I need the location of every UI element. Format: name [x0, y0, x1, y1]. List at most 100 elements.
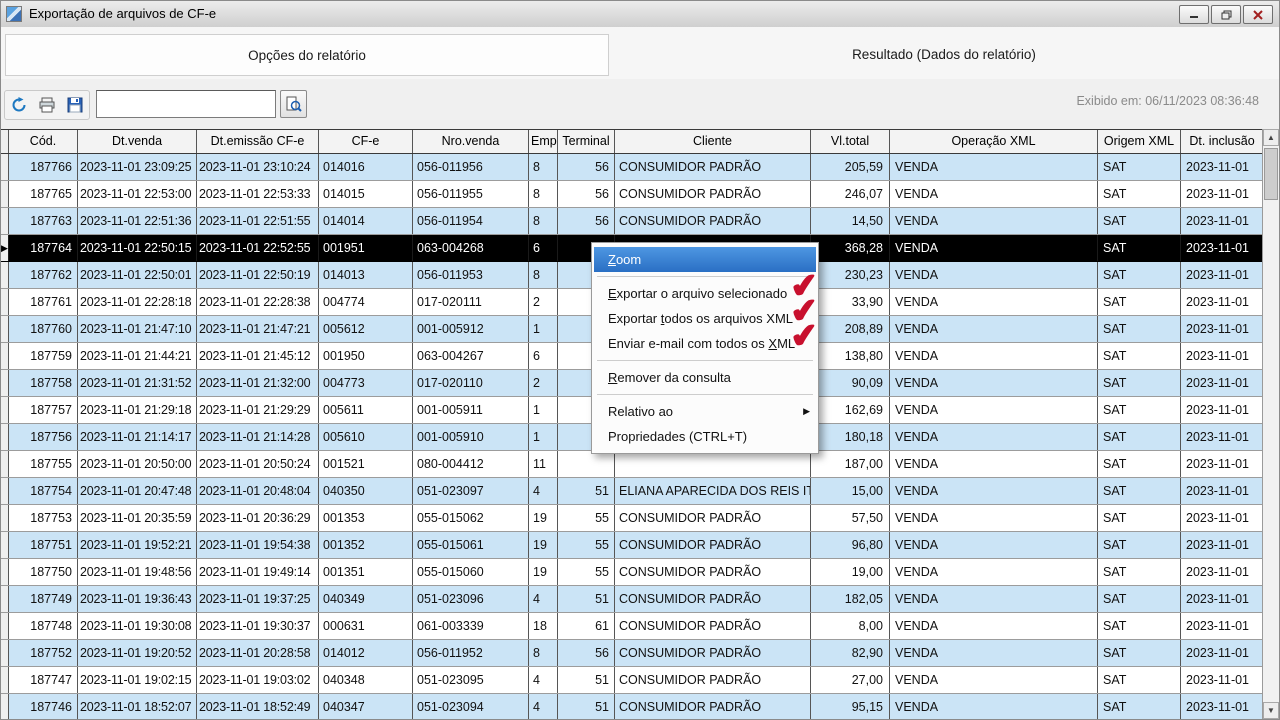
cell-emp: 1 [529, 397, 558, 423]
table-row[interactable]: 1877472023-11-01 19:02:152023-11-01 19:0… [1, 667, 1264, 694]
cell-vl-total: 33,90 [811, 289, 890, 315]
cell-dt-emissao: 2023-11-01 19:37:25 [197, 586, 319, 612]
menu-item-label: Remover da consulta [608, 370, 731, 385]
cell-dt-venda: 2023-11-01 18:52:07 [78, 694, 197, 720]
menu-item-zoom[interactable]: Zoom [594, 247, 816, 272]
column-header-vl-total[interactable]: Vl.total [811, 130, 890, 153]
menu-item-export-all-xml[interactable]: Exportar todos os arquivos XML✔ [594, 306, 816, 331]
cell-nro-venda: 063-004267 [413, 343, 529, 369]
minimize-button[interactable] [1179, 5, 1209, 24]
row-select-indicator [1, 478, 9, 504]
cell-dt-venda: 2023-11-01 19:30:08 [78, 613, 197, 639]
menu-item-relative-to[interactable]: Relativo ao▶ [594, 399, 816, 424]
table-row[interactable]: 1877462023-11-01 18:52:072023-11-01 18:5… [1, 694, 1264, 720]
table-row[interactable]: 1877632023-11-01 22:51:362023-11-01 22:5… [1, 208, 1264, 235]
table-row[interactable]: 1877522023-11-01 19:20:522023-11-01 20:2… [1, 640, 1264, 667]
column-header-cliente[interactable]: Cliente [615, 130, 811, 153]
cell-emp: 4 [529, 694, 558, 720]
cell-cfe: 004774 [319, 289, 413, 315]
cell-nro-venda: 055-015062 [413, 505, 529, 531]
refresh-button[interactable] [9, 95, 29, 115]
tab-report-result[interactable]: Resultado (Dados do relatório) [613, 34, 1275, 76]
cell-operacao-xml: VENDA [890, 262, 1098, 288]
cell-cod: 187754 [9, 478, 78, 504]
cell-dt-venda: 2023-11-01 19:52:21 [78, 532, 197, 558]
cell-vl-total: 180,18 [811, 424, 890, 450]
cell-cliente: CONSUMIDOR PADRÃO [615, 181, 811, 207]
cell-cfe: 001352 [319, 532, 413, 558]
table-row[interactable]: 1877552023-11-01 20:50:002023-11-01 20:5… [1, 451, 1264, 478]
column-header-terminal[interactable]: Terminal [558, 130, 615, 153]
cell-origem-xml: SAT [1098, 235, 1181, 261]
cell-origem-xml: SAT [1098, 424, 1181, 450]
menu-separator [597, 394, 813, 395]
cell-cfe: 014014 [319, 208, 413, 234]
cell-cliente: CONSUMIDOR PADRÃO [615, 640, 811, 666]
cell-operacao-xml: VENDA [890, 667, 1098, 693]
cell-terminal: 56 [558, 208, 615, 234]
menu-item-properties[interactable]: Propriedades (CTRL+T) [594, 424, 816, 449]
column-header-dt-inclusao[interactable]: Dt. inclusão [1181, 130, 1264, 153]
scroll-down-button[interactable]: ▼ [1263, 702, 1279, 719]
cell-vl-total: 182,05 [811, 586, 890, 612]
column-header-nro-venda[interactable]: Nro.venda [413, 130, 529, 153]
menu-item-remove-from-query[interactable]: Remover da consulta [594, 365, 816, 390]
scrollbar-thumb[interactable] [1264, 148, 1278, 200]
table-row[interactable]: 1877512023-11-01 19:52:212023-11-01 19:5… [1, 532, 1264, 559]
table-row[interactable]: 1877662023-11-01 23:09:252023-11-01 23:1… [1, 154, 1264, 181]
cell-dt-emissao: 2023-11-01 21:14:28 [197, 424, 319, 450]
column-header-cfe[interactable]: CF-e [319, 130, 413, 153]
cell-cliente: CONSUMIDOR PADRÃO [615, 559, 811, 585]
restore-button[interactable] [1211, 5, 1241, 24]
minimize-icon [1189, 10, 1199, 19]
column-header-cod[interactable]: Cód. [9, 130, 78, 153]
row-select-indicator [1, 208, 9, 234]
table-row[interactable]: 1877532023-11-01 20:35:592023-11-01 20:3… [1, 505, 1264, 532]
filter-input[interactable] [96, 90, 276, 118]
menu-item-export-selected[interactable]: Exportar o arquivo selecionado✔ [594, 281, 816, 306]
column-header-dt-emissao[interactable]: Dt.emissão CF-e [197, 130, 319, 153]
column-header-dt-venda[interactable]: Dt.venda [78, 130, 197, 153]
row-select-indicator [1, 316, 9, 342]
cell-dt-emissao: 2023-11-01 21:32:00 [197, 370, 319, 396]
cell-cfe: 014013 [319, 262, 413, 288]
menu-item-label: Enviar e-mail com todos os XML [608, 336, 795, 351]
cell-cliente [615, 451, 811, 477]
table-row[interactable]: 1877652023-11-01 22:53:002023-11-01 22:5… [1, 181, 1264, 208]
close-button[interactable] [1243, 5, 1273, 24]
menu-item-email-all-xml[interactable]: Enviar e-mail com todos os XML✔ [594, 331, 816, 356]
cell-terminal: 51 [558, 694, 615, 720]
cell-dt-venda: 2023-11-01 20:47:48 [78, 478, 197, 504]
save-button[interactable] [65, 95, 85, 115]
cell-cfe: 005611 [319, 397, 413, 423]
table-row[interactable]: 1877492023-11-01 19:36:432023-11-01 19:3… [1, 586, 1264, 613]
chevron-up-icon: ▲ [1267, 133, 1275, 142]
red-check-icon: ✔ [789, 318, 820, 354]
cell-operacao-xml: VENDA [890, 640, 1098, 666]
preview-button[interactable] [280, 90, 307, 118]
cell-dt-inclusao: 2023-11-01 [1181, 262, 1264, 288]
cell-cfe: 040349 [319, 586, 413, 612]
row-select-indicator [1, 397, 9, 423]
table-row[interactable]: 1877482023-11-01 19:30:082023-11-01 19:3… [1, 613, 1264, 640]
cell-cod: 187750 [9, 559, 78, 585]
cell-nro-venda: 017-020110 [413, 370, 529, 396]
cell-dt-venda: 2023-11-01 19:36:43 [78, 586, 197, 612]
table-row[interactable]: 1877542023-11-01 20:47:482023-11-01 20:4… [1, 478, 1264, 505]
column-header-origem-xml[interactable]: Origem XML [1098, 130, 1181, 153]
table-row[interactable]: 1877502023-11-01 19:48:562023-11-01 19:4… [1, 559, 1264, 586]
tab-report-options[interactable]: Opções do relatório [5, 34, 609, 76]
cell-dt-inclusao: 2023-11-01 [1181, 343, 1264, 369]
cell-cfe: 014015 [319, 181, 413, 207]
vertical-scrollbar[interactable]: ▲ ▼ [1262, 129, 1279, 719]
cell-nro-venda: 056-011952 [413, 640, 529, 666]
cell-operacao-xml: VENDA [890, 154, 1098, 180]
cell-cod: 187756 [9, 424, 78, 450]
print-button[interactable] [37, 95, 57, 115]
column-header-operacao-xml[interactable]: Operação XML [890, 130, 1098, 153]
cell-emp: 19 [529, 532, 558, 558]
column-header-emp[interactable]: Emp [529, 130, 558, 153]
scroll-up-button[interactable]: ▲ [1263, 129, 1279, 146]
cell-dt-inclusao: 2023-11-01 [1181, 559, 1264, 585]
title-bar[interactable]: Exportação de arquivos de CF-e [1, 1, 1279, 28]
